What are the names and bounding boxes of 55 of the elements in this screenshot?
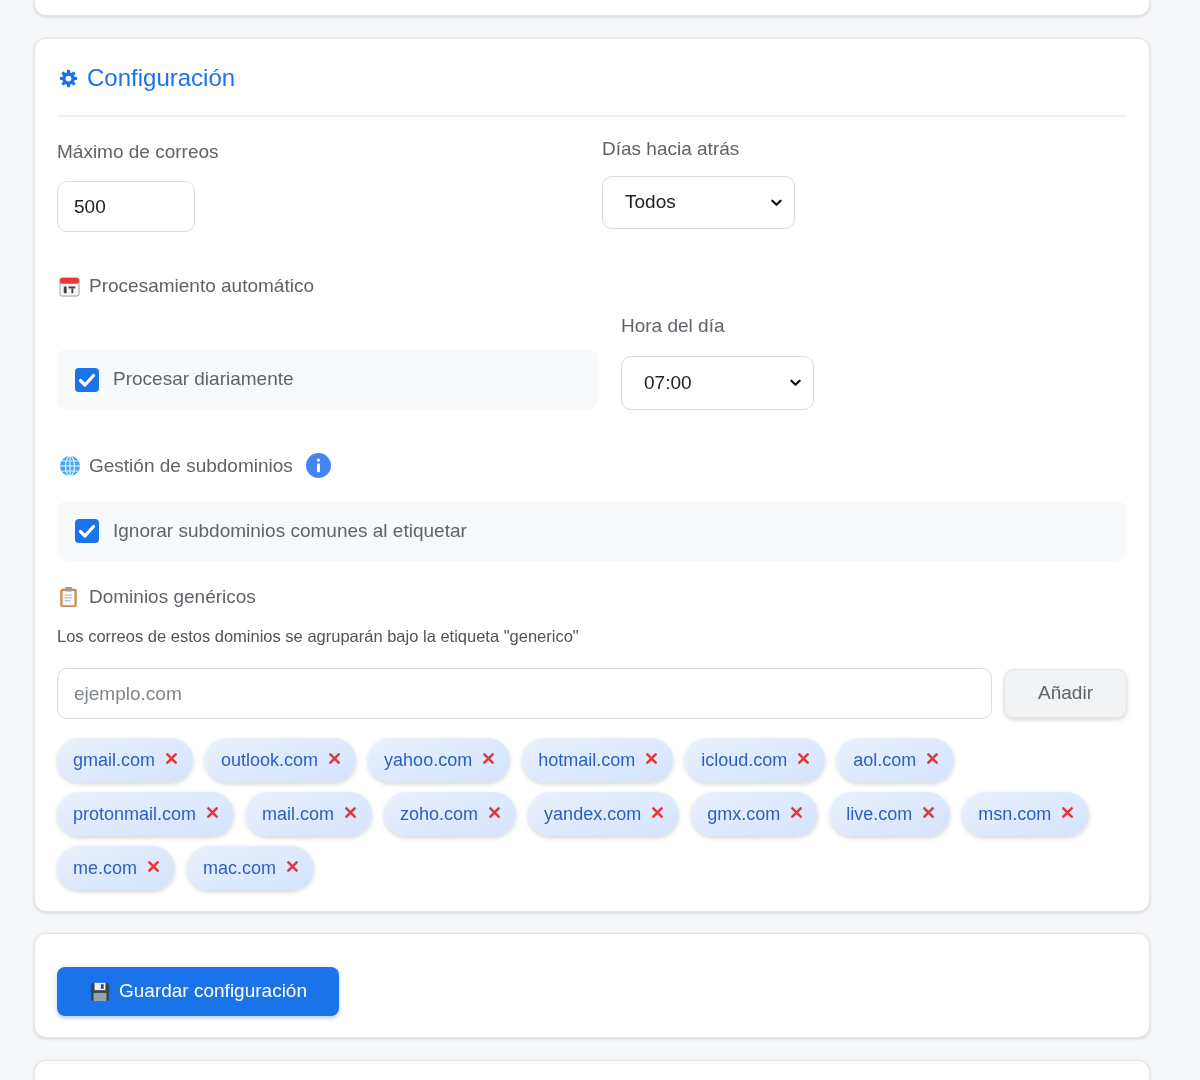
calendar-icon [59, 275, 80, 297]
checkbox-label: Ignorar subdominios comunes al etiquetar [113, 518, 467, 543]
checkbox-label: Procesar diariamente [113, 367, 294, 392]
domain-name: mail.com [262, 802, 335, 826]
domain-name: gmail.com [73, 748, 156, 772]
domain-name: protonmail.com [73, 802, 197, 826]
remove-icon[interactable] [166, 752, 178, 764]
checkbox[interactable] [75, 367, 99, 392]
domain-name: live.com [846, 802, 913, 826]
checkbox[interactable] [75, 519, 99, 543]
section-heading: Dominios genéricos [89, 586, 256, 608]
remove-icon[interactable] [791, 806, 803, 818]
field-label: Días hacia atrás [602, 138, 741, 160]
domain-name: msn.com [978, 802, 1052, 826]
gear-icon [59, 68, 78, 88]
domain-name: outlook.com [221, 748, 319, 772]
add-button[interactable]: Añadir [1004, 669, 1127, 718]
section-heading: Gestión de subdominios [89, 454, 293, 477]
domain-name: yahoo.com [384, 748, 473, 772]
domain-name: yandex.com [544, 802, 642, 826]
domain-name: hotmail.com [538, 748, 636, 772]
remove-icon[interactable] [329, 752, 341, 764]
field-label: Máximo de correos [57, 141, 220, 163]
remove-icon[interactable] [1062, 806, 1074, 818]
chevron-down-icon [790, 379, 801, 387]
dropdown[interactable]: Todos [602, 176, 795, 229]
remove-icon[interactable] [287, 860, 299, 872]
domain-name: gmx.com [707, 802, 781, 826]
remove-icon[interactable] [148, 860, 159, 872]
remove-icon[interactable] [923, 806, 935, 818]
remove-icon[interactable] [207, 806, 219, 818]
card-title: Configuración [87, 63, 236, 93]
domain-name: me.com [73, 856, 137, 880]
section-heading: Procesamiento automático [89, 275, 314, 297]
domain-name: icloud.com [701, 748, 788, 772]
remove-icon[interactable] [483, 752, 495, 764]
field-label: Hora del día [621, 315, 726, 337]
domain-name: zoho.com [400, 802, 479, 826]
domain-name: aol.com [853, 748, 917, 772]
clipboard-icon [59, 586, 78, 608]
globe-icon [59, 454, 81, 477]
number-field[interactable]: 500 [57, 181, 195, 232]
remove-icon[interactable] [646, 752, 658, 764]
save-button[interactable]: Guardar configuración [57, 967, 339, 1016]
chevron-down-icon [771, 198, 782, 207]
remove-icon[interactable] [652, 806, 664, 818]
info-icon[interactable] [305, 453, 331, 478]
remove-icon[interactable] [798, 752, 810, 764]
remove-icon[interactable] [927, 752, 939, 764]
domain-input[interactable]: ejemplo.com [57, 668, 992, 719]
remove-icon[interactable] [345, 806, 357, 818]
dropdown[interactable]: 07:00 [621, 356, 814, 410]
description-text: Los correos de estos dominios se agruparán bajo la etiqueta "generico" [57, 626, 580, 646]
domain-name: mac.com [203, 856, 277, 880]
remove-icon[interactable] [489, 806, 501, 818]
